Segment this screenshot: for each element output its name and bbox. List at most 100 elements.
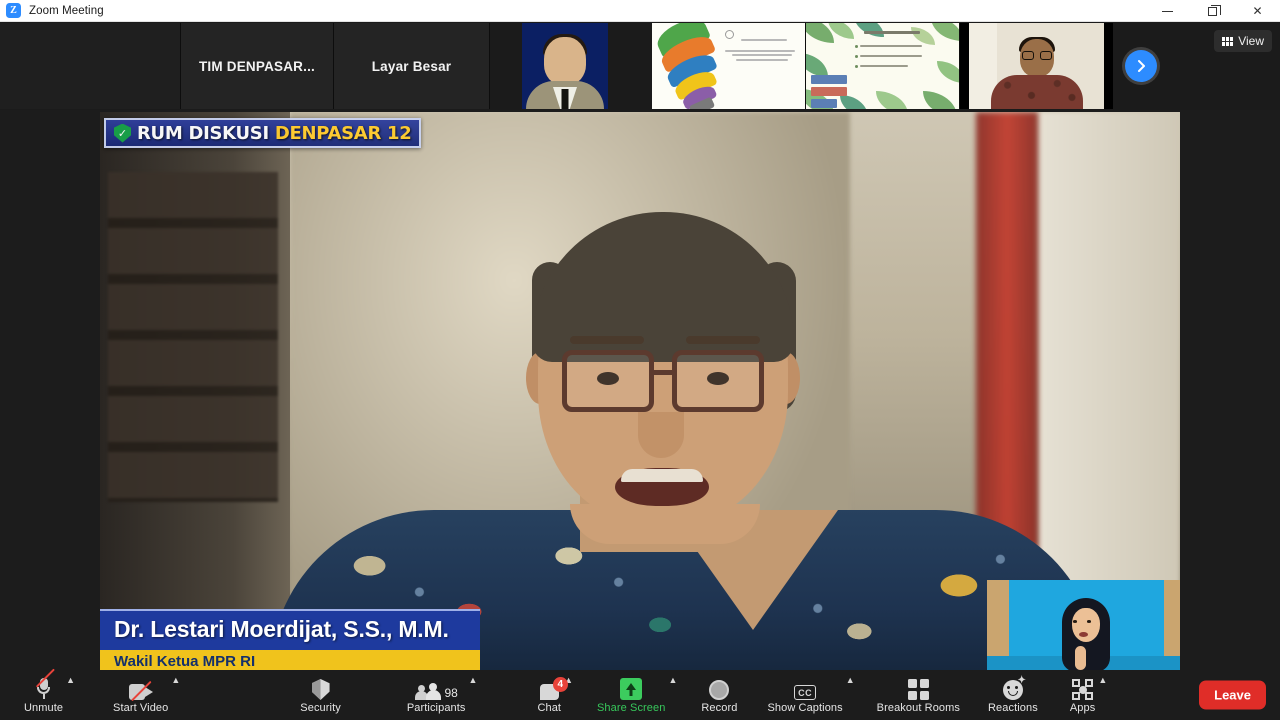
meeting-controls-toolbar: Unmute ▲ Start Video ▲ Security 98 Parti… bbox=[0, 668, 1280, 720]
speaker-glasses-bridge bbox=[654, 370, 674, 375]
closed-caption-icon: CC bbox=[794, 685, 817, 700]
video-background-shelf bbox=[108, 172, 278, 502]
selfview-face bbox=[1071, 608, 1100, 642]
breakout-rooms-icon bbox=[907, 679, 929, 700]
filmstrip-gap bbox=[490, 23, 522, 109]
breakout-rooms-button[interactable]: Breakout Rooms bbox=[875, 670, 962, 720]
close-button[interactable]: ✕ bbox=[1235, 0, 1280, 22]
thumbnail-tile[interactable] bbox=[522, 23, 608, 109]
participants-count: 98 bbox=[444, 686, 458, 700]
overlay-banner-text-primary: RUM DISKUSI bbox=[137, 122, 269, 144]
reactions-smiley-icon: ✦ bbox=[1002, 676, 1026, 700]
window-controls: ✕ bbox=[1145, 0, 1280, 22]
thumbnail-tile[interactable]: Layar Besar bbox=[334, 23, 489, 109]
minimize-button[interactable] bbox=[1145, 0, 1190, 22]
security-button-label: Security bbox=[300, 702, 341, 714]
record-button-label: Record bbox=[701, 702, 738, 714]
speaker-title: Wakil Ketua MPR RI bbox=[100, 650, 480, 672]
maximize-icon bbox=[1208, 4, 1221, 16]
share-screen-button[interactable]: Share Screen bbox=[595, 670, 667, 720]
apps-button-label: Apps bbox=[1069, 702, 1096, 714]
audio-button[interactable]: Unmute bbox=[22, 668, 65, 720]
thumbnail-tile[interactable] bbox=[652, 23, 805, 109]
filmstrip-next-button[interactable] bbox=[1125, 50, 1157, 82]
video-options-caret[interactable]: ▲ bbox=[171, 676, 180, 685]
window-title: Zoom Meeting bbox=[29, 4, 104, 17]
institution-logo-icon bbox=[725, 30, 734, 39]
captions-button-label: Show Captions bbox=[767, 702, 843, 714]
speaker-glasses-left bbox=[562, 350, 654, 412]
video-button[interactable]: Start Video bbox=[111, 670, 170, 720]
thumbnail-tile[interactable]: TIM DENPASAR... bbox=[181, 23, 333, 109]
security-button[interactable]: Security bbox=[298, 670, 343, 720]
chat-bubble-icon: 4 bbox=[539, 677, 568, 700]
participants-options-caret[interactable]: ▲ bbox=[469, 676, 478, 685]
audio-options-caret[interactable]: ▲ bbox=[66, 676, 75, 685]
filmstrip-gap bbox=[608, 23, 652, 109]
zoom-logo-icon: Z bbox=[6, 3, 21, 18]
chat-button-label: Chat bbox=[537, 702, 562, 714]
slide-header-text bbox=[725, 30, 799, 63]
speaker-name: Dr. Lestari Moerdijat, S.S., M.M. bbox=[100, 609, 480, 650]
participant-portrait bbox=[522, 23, 608, 109]
video-button-label: Start Video bbox=[113, 702, 169, 714]
leave-button[interactable]: Leave bbox=[1199, 680, 1266, 710]
record-button[interactable]: Record bbox=[699, 670, 739, 720]
captions-options-caret[interactable]: ▲ bbox=[846, 676, 855, 685]
speaker-chin bbox=[570, 504, 760, 544]
people-icon bbox=[414, 683, 441, 700]
participant-filmstrip: TIM DENPASAR... Layar Besar View bbox=[0, 22, 1280, 110]
thumb-batik-shirt bbox=[990, 75, 1083, 109]
thumbnail-tile[interactable] bbox=[960, 23, 1113, 109]
record-circle-icon bbox=[709, 680, 730, 700]
participants-button-label: Participants bbox=[406, 702, 466, 714]
overlay-banner-text-secondary: DENPASAR 12 bbox=[274, 122, 412, 144]
slide-title-line bbox=[864, 31, 920, 34]
shared-slide-reminders bbox=[806, 23, 959, 109]
main-stage: ✓ RUM DISKUSI DENPASAR 12 Dr. Lestari Mo… bbox=[0, 110, 1280, 672]
stage-overlay-banner: ✓ RUM DISKUSI DENPASAR 12 bbox=[104, 118, 422, 148]
minimize-icon bbox=[1162, 10, 1173, 12]
participants-button[interactable]: 98 Participants bbox=[405, 670, 468, 720]
speaker-glasses-right bbox=[672, 350, 764, 412]
speaker-nose bbox=[638, 412, 684, 458]
chevron-right-icon bbox=[1138, 60, 1145, 72]
close-icon: ✕ bbox=[1252, 4, 1263, 18]
thumbnail-tile[interactable] bbox=[806, 23, 959, 109]
share-screen-button-label: Share Screen bbox=[597, 702, 666, 714]
thumb-glasses-icon bbox=[1021, 51, 1052, 60]
chat-button[interactable]: 4 Chat bbox=[535, 670, 568, 720]
view-button-label: View bbox=[1238, 34, 1264, 48]
selfview-mouth bbox=[1079, 632, 1088, 637]
selfview-eye-right bbox=[1087, 620, 1091, 623]
camera-off-icon bbox=[128, 680, 153, 702]
reactions-button[interactable]: ✦ Reactions bbox=[986, 670, 1040, 720]
verified-shield-icon: ✓ bbox=[114, 123, 131, 143]
thumbnail-name: TIM DENPASAR... bbox=[198, 58, 315, 74]
portrait-tie bbox=[561, 89, 569, 109]
selfview-eye-left bbox=[1073, 620, 1077, 623]
share-screen-icon bbox=[620, 678, 643, 700]
grid-icon bbox=[1222, 36, 1234, 46]
apps-button[interactable]: Apps bbox=[1068, 670, 1097, 720]
portrait-face bbox=[544, 37, 586, 85]
thumbnail-name: Layar Besar bbox=[371, 58, 452, 74]
share-options-caret[interactable]: ▲ bbox=[668, 676, 677, 685]
self-view-video[interactable] bbox=[987, 580, 1180, 672]
microphone-muted-icon bbox=[35, 668, 56, 700]
apps-options-caret[interactable]: ▲ bbox=[1098, 676, 1107, 685]
active-speaker-video[interactable]: ✓ RUM DISKUSI DENPASAR 12 Dr. Lestari Mo… bbox=[100, 112, 1180, 672]
lower-third-banner: Dr. Lestari Moerdijat, S.S., M.M. Wakil … bbox=[100, 609, 480, 672]
speaker-brow-right bbox=[686, 336, 760, 344]
window-title-bar: Z Zoom Meeting ✕ bbox=[0, 0, 1280, 22]
view-button[interactable]: View bbox=[1214, 30, 1272, 52]
captions-button[interactable]: CC Show Captions bbox=[765, 670, 844, 720]
filmstrip-spacer bbox=[0, 23, 180, 109]
shield-icon bbox=[311, 679, 330, 700]
chat-unread-badge: 4 bbox=[552, 677, 568, 692]
maximize-button[interactable] bbox=[1190, 0, 1235, 22]
speaker-teeth bbox=[621, 469, 703, 482]
breakout-rooms-button-label: Breakout Rooms bbox=[876, 702, 960, 714]
audio-button-label: Unmute bbox=[24, 702, 64, 714]
reactions-button-label: Reactions bbox=[988, 702, 1038, 714]
